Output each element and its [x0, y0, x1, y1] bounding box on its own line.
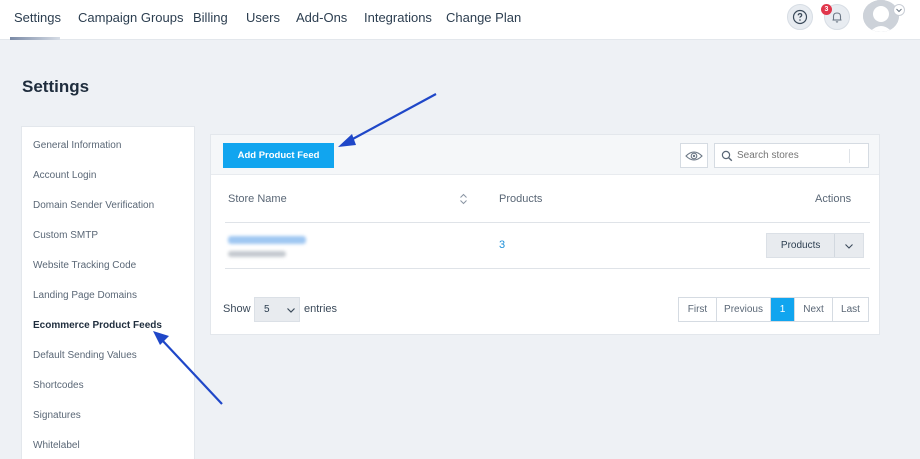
search-input[interactable] [737, 150, 847, 161]
top-nav: Settings Campaign Groups Billing Users A… [0, 0, 920, 40]
products-dropdown-toggle[interactable] [834, 234, 863, 257]
add-product-feed-button[interactable]: Add Product Feed [223, 143, 334, 168]
sidebar-item-account-login[interactable]: Account Login [33, 170, 96, 181]
sidebar-item-landing-page-domains[interactable]: Landing Page Domains [33, 290, 137, 301]
product-feeds-panel: Add Product Feed Store Name Products Act… [210, 134, 880, 335]
entries-per-page-value: 5 [264, 304, 270, 315]
column-header-store-name[interactable]: Store Name [228, 193, 287, 205]
pagination: First Previous 1 Next Last [678, 297, 869, 322]
avatar[interactable] [863, 0, 899, 32]
show-label: Show [223, 303, 251, 315]
help-button[interactable] [787, 4, 813, 30]
sidebar-item-general-information[interactable]: General Information [33, 140, 121, 151]
sidebar-item-signatures[interactable]: Signatures [33, 410, 81, 421]
pagination-next[interactable]: Next [794, 298, 832, 321]
eye-icon [685, 150, 703, 161]
sidebar-item-whitelabel[interactable]: Whitelabel [33, 440, 80, 451]
products-count-link[interactable]: 3 [499, 239, 505, 251]
entries-label: entries [304, 303, 338, 315]
sidebar-item-domain-sender-verification[interactable]: Domain Sender Verification [33, 200, 154, 211]
sort-icon[interactable] [459, 193, 468, 205]
pagination-last[interactable]: Last [832, 298, 868, 321]
settings-sidebar: General Information Account Login Domain… [21, 126, 195, 459]
products-action-group: Products [766, 233, 864, 258]
table-divider [225, 222, 870, 223]
panel-toolbar: Add Product Feed [211, 135, 879, 175]
pagination-previous[interactable]: Previous [716, 298, 770, 321]
user-avatar-icon [863, 0, 899, 32]
notification-badge: 3 [821, 4, 832, 15]
question-icon [792, 9, 808, 25]
nav-change-plan[interactable]: Change Plan [446, 10, 521, 25]
sidebar-item-shortcodes[interactable]: Shortcodes [33, 380, 84, 391]
pagination-first[interactable]: First [679, 298, 716, 321]
products-button[interactable]: Products [767, 234, 834, 257]
sidebar-item-website-tracking-code[interactable]: Website Tracking Code [33, 260, 136, 271]
column-header-actions: Actions [815, 193, 852, 205]
page-title: Settings [22, 77, 90, 96]
nav-add-ons[interactable]: Add-Ons [296, 10, 347, 25]
nav-campaign-groups[interactable]: Campaign Groups [78, 10, 184, 25]
pagination-page-1[interactable]: 1 [770, 298, 794, 321]
chevron-down-icon[interactable] [893, 4, 905, 16]
store-name-link[interactable] [228, 236, 306, 244]
nav-settings[interactable]: Settings [14, 10, 61, 25]
search-icon [721, 150, 733, 161]
chevron-down-icon [286, 307, 295, 313]
search-stores-field[interactable] [714, 143, 869, 168]
nav-billing[interactable]: Billing [193, 10, 228, 25]
nav-integrations[interactable]: Integrations [364, 10, 432, 25]
active-tab-indicator [10, 37, 60, 40]
column-header-products: Products [499, 193, 543, 205]
nav-users[interactable]: Users [246, 10, 280, 25]
toggle-columns-button[interactable] [680, 143, 708, 168]
store-url-text [228, 251, 286, 257]
table-divider [225, 268, 870, 269]
entries-per-page-select[interactable]: 5 [254, 297, 300, 322]
sidebar-item-default-sending-values[interactable]: Default Sending Values [33, 350, 137, 361]
chevron-down-icon [845, 243, 854, 249]
bell-icon [832, 12, 842, 23]
sidebar-item-custom-smtp[interactable]: Custom SMTP [33, 230, 98, 241]
sidebar-item-ecommerce-product-feeds[interactable]: Ecommerce Product Feeds [33, 320, 162, 331]
search-divider [849, 148, 850, 163]
